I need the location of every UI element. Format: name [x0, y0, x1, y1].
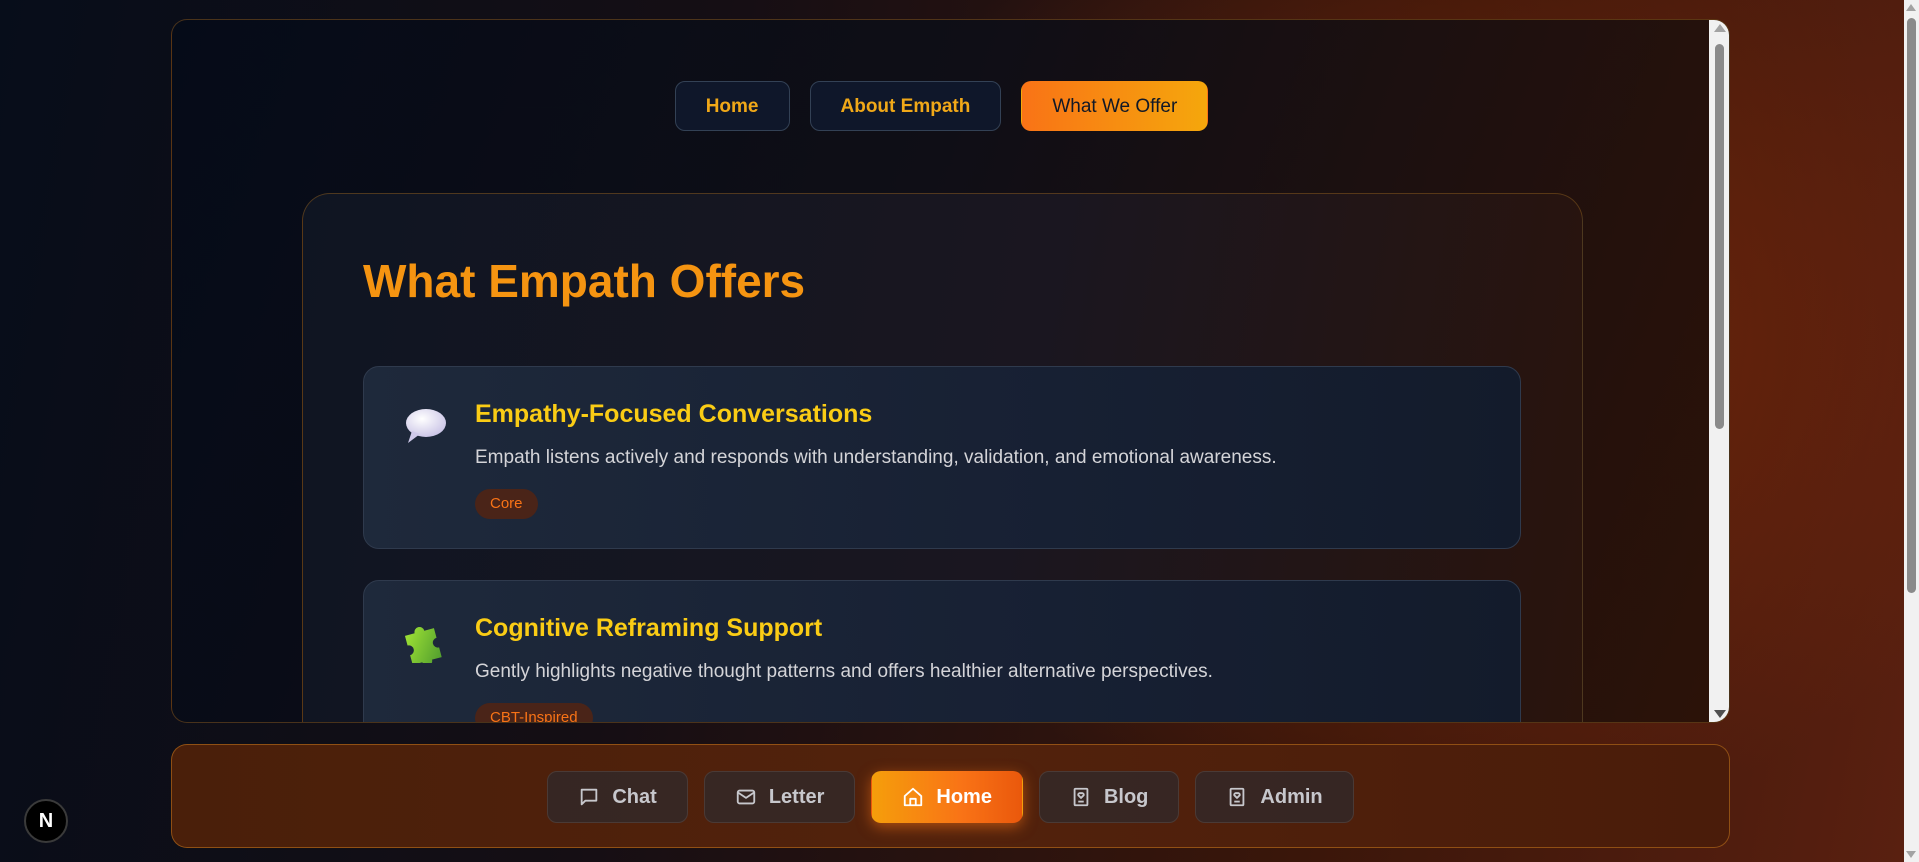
puzzle-piece-icon — [402, 617, 448, 666]
page-scrollbar[interactable] — [1904, 0, 1919, 862]
feature-title: Empathy-Focused Conversations — [475, 400, 873, 428]
nav-home-button[interactable]: Home — [871, 771, 1023, 823]
nav-home-label: Home — [936, 785, 992, 808]
book-heart-icon — [1073, 787, 1089, 807]
main-panel: Home About Empath What We Offer What Empat… — [171, 19, 1730, 723]
nav-letter-label: Letter — [768, 785, 825, 808]
feature-card: Empathy-Focused Conversations Empath lis… — [363, 366, 1521, 549]
page-scroll-up-icon[interactable] — [1906, 4, 1916, 11]
feature-title: Cognitive Reframing Support — [475, 614, 823, 642]
nav-admin-label: Admin — [1260, 785, 1323, 808]
nav-letter-button[interactable]: Letter — [703, 771, 856, 823]
bottom-nav-bar: Chat Letter Home Blog Admin — [171, 744, 1730, 848]
mail-icon — [736, 789, 755, 805]
tab-home[interactable]: Home — [674, 81, 790, 131]
chat-icon — [581, 788, 598, 806]
top-nav: Home About Empath What We Offer — [172, 81, 1711, 131]
offers-card: What Empath Offers Empathy-Focused Conve… — [302, 193, 1583, 722]
page-scroll-down-icon[interactable] — [1906, 851, 1916, 858]
page-scrollbar-thumb[interactable] — [1907, 18, 1916, 593]
feature-description: Gently highlights negative thought patte… — [475, 661, 1213, 682]
dev-tools-badge[interactable]: N — [24, 799, 68, 843]
book-heart-icon — [1230, 787, 1245, 807]
feature-badge: CBT-Inspired — [475, 703, 593, 722]
nav-admin-button[interactable]: Admin — [1195, 771, 1354, 823]
nav-chat-button[interactable]: Chat — [547, 771, 688, 823]
scrollbar-thumb[interactable] — [1715, 44, 1724, 429]
nav-blog-button[interactable]: Blog — [1038, 771, 1180, 823]
scroll-up-icon[interactable] — [1714, 24, 1726, 32]
panel-scrollbar[interactable] — [1709, 20, 1729, 722]
feature-card: Cognitive Reframing Support Gently highl… — [363, 580, 1521, 722]
feature-description: Empath listens actively and responds wit… — [475, 447, 1277, 468]
section-title: What Empath Offers — [363, 255, 806, 307]
nav-blog-label: Blog — [1103, 785, 1149, 808]
tab-about-empath[interactable]: About Empath — [809, 81, 1002, 131]
nav-chat-label: Chat — [612, 785, 657, 808]
feature-badge: Core — [475, 489, 538, 519]
scroll-down-icon[interactable] — [1714, 710, 1726, 718]
speech-bubble-icon — [402, 403, 448, 449]
bottom-nav: Chat Letter Home Blog Admin — [172, 771, 1729, 823]
tab-what-we-offer[interactable]: What We Offer — [1021, 81, 1209, 131]
home-icon — [904, 787, 923, 807]
